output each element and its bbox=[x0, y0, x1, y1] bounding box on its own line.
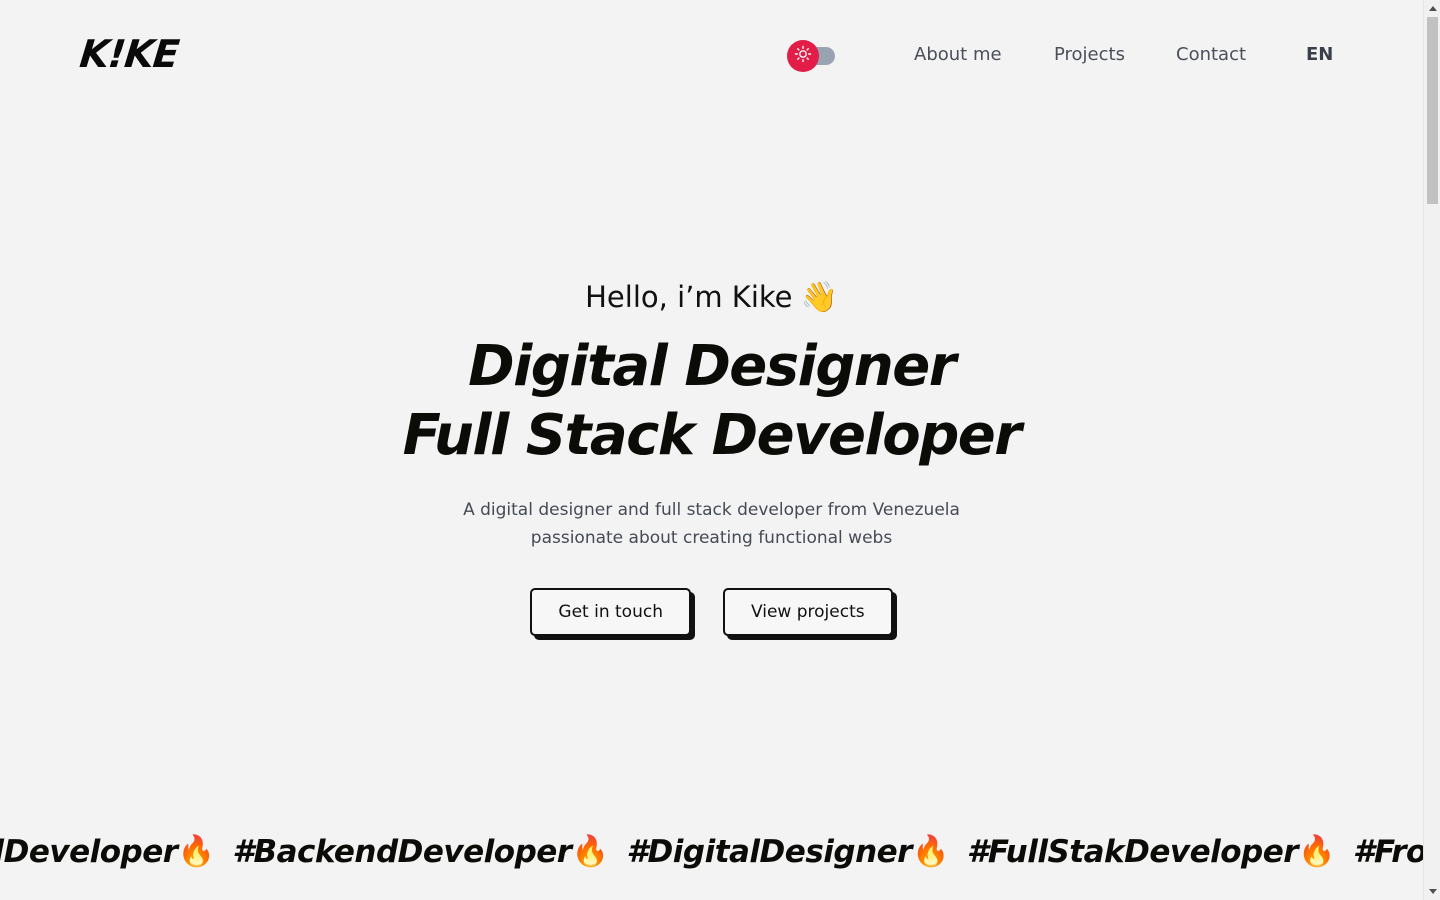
marquee-track: #FrontendDeveloper🔥 #BackendDeveloper🔥 #… bbox=[0, 826, 1423, 878]
scroll-thumb[interactable] bbox=[1427, 17, 1438, 204]
main-nav: About me Projects Contact EN bbox=[0, 44, 1423, 68]
language-switch[interactable]: EN bbox=[1306, 44, 1333, 65]
greeting-text: Hello, i’m Kike bbox=[585, 280, 793, 314]
nav-contact-link[interactable]: Contact bbox=[1176, 44, 1246, 65]
view-projects-button[interactable]: View projects bbox=[722, 588, 893, 636]
fire-icon: 🔥 bbox=[571, 834, 609, 869]
fire-icon: 🔥 bbox=[177, 834, 215, 869]
hero-greeting: Hello, i’m Kike 👋 bbox=[585, 270, 838, 324]
hero-headline: Digital Designer Full Stack Developer bbox=[0, 332, 1423, 470]
subtitle-line-2: passionate about creating functional web… bbox=[530, 528, 893, 548]
page: K!KE About me Projects Contact EN Hello,… bbox=[0, 0, 1423, 900]
scroll-up-arrow-icon[interactable] bbox=[1424, 0, 1440, 17]
hero-actions: Get in touch View projects bbox=[0, 588, 1423, 636]
fire-icon: 🔥 bbox=[1298, 834, 1335, 869]
scroll-down-arrow-icon[interactable] bbox=[1424, 883, 1440, 900]
waving-hand-icon: 👋 bbox=[800, 279, 838, 315]
marquee-tag: #FullStakDeveloper 🔥 bbox=[967, 826, 1336, 878]
marquee-tag: #Frontend bbox=[1352, 834, 1423, 870]
nav-about-link[interactable]: About me bbox=[914, 44, 1002, 65]
skills-marquee: #FrontendDeveloper🔥 #BackendDeveloper🔥 #… bbox=[0, 826, 1423, 882]
nav-projects-link[interactable]: Projects bbox=[1054, 44, 1125, 65]
headline-line-2: Full Stack Developer bbox=[402, 403, 1022, 468]
marquee-tag: #BackendDeveloper 🔥 bbox=[232, 826, 609, 878]
hero-section: Hello, i’m Kike 👋 Digital Designer Full … bbox=[0, 270, 1423, 636]
marquee-tag: #FrontendDeveloper🔥 bbox=[0, 826, 215, 878]
headline-line-1: Digital Designer bbox=[468, 334, 956, 399]
hero-subtitle: A digital designer and full stack develo… bbox=[0, 496, 1423, 552]
site-header: K!KE About me Projects Contact EN bbox=[0, 0, 1423, 112]
subtitle-line-1: A digital designer and full stack develo… bbox=[463, 500, 960, 520]
get-in-touch-button[interactable]: Get in touch bbox=[530, 588, 691, 636]
fire-icon: 🔥 bbox=[911, 834, 949, 869]
marquee-tag: #DigitalDesigner 🔥 bbox=[626, 826, 949, 878]
page-scrollbar[interactable] bbox=[1423, 0, 1440, 900]
